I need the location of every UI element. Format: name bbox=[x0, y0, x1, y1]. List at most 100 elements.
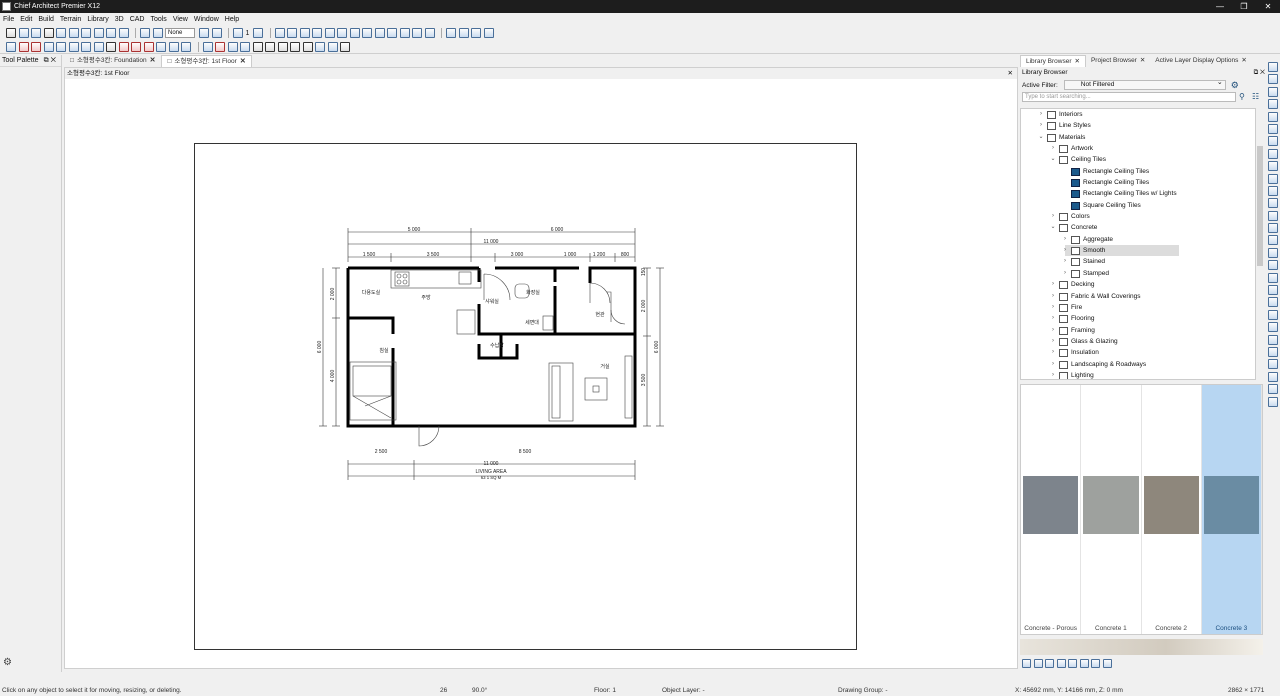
tree-item[interactable]: › Fabric & Wall Coverings bbox=[1021, 291, 1255, 302]
dimension-icon[interactable] bbox=[399, 28, 410, 38]
layer-icon[interactable] bbox=[152, 28, 163, 38]
search-icon[interactable] bbox=[1268, 111, 1278, 122]
line-icon[interactable] bbox=[215, 41, 225, 52]
material-swatch[interactable]: Concrete 1 bbox=[1081, 385, 1142, 634]
menu-window[interactable]: Window bbox=[194, 16, 219, 23]
circle-icon[interactable] bbox=[290, 41, 300, 52]
text-icon[interactable] bbox=[227, 41, 238, 52]
fill-window-icon[interactable] bbox=[1268, 86, 1278, 97]
frame-icon[interactable] bbox=[1268, 285, 1278, 296]
select-objects-icon[interactable] bbox=[211, 28, 222, 38]
deck-icon[interactable] bbox=[131, 41, 141, 52]
menu-cad[interactable]: CAD bbox=[130, 16, 145, 23]
minimize-icon[interactable]: — bbox=[1208, 0, 1232, 13]
slash-icon[interactable] bbox=[265, 41, 275, 52]
tree-scrollbar[interactable] bbox=[1256, 108, 1264, 380]
undo-icon[interactable] bbox=[81, 28, 91, 38]
chevron-right-icon[interactable]: › bbox=[1037, 109, 1045, 120]
cut-icon[interactable] bbox=[68, 28, 79, 38]
tree-item[interactable]: › Stained bbox=[1021, 256, 1255, 267]
chevron-down-icon[interactable]: ⌄ bbox=[1037, 132, 1045, 143]
tree-item[interactable]: Square Ceiling Tiles bbox=[1021, 200, 1255, 211]
camera-icon[interactable] bbox=[287, 28, 298, 38]
tree-item[interactable]: › Artwork bbox=[1021, 143, 1255, 154]
tab-project-browser[interactable]: Project Browser ✕ bbox=[1086, 55, 1150, 67]
square-icon[interactable] bbox=[1268, 247, 1278, 258]
down-floor-icon[interactable] bbox=[233, 28, 243, 38]
tree-item[interactable]: ⌄ Materials bbox=[1021, 132, 1255, 143]
plan-view[interactable]: 소형평수3칸: 1st Floor ✕ 5 000 6 000 11 000 1… bbox=[64, 67, 1018, 669]
house-icon[interactable] bbox=[118, 41, 129, 52]
stack-icon[interactable] bbox=[1268, 223, 1278, 234]
layer-icon[interactable] bbox=[1268, 210, 1278, 221]
elevation-icon[interactable] bbox=[299, 28, 310, 38]
filter-icon[interactable]: ⚙ bbox=[1231, 80, 1239, 91]
fit-all-icon[interactable] bbox=[1268, 173, 1278, 184]
render-icon[interactable] bbox=[374, 28, 385, 38]
tree-item[interactable]: › Stamped bbox=[1021, 268, 1255, 279]
chevron-right-icon[interactable]: › bbox=[1049, 359, 1057, 370]
menu-tools[interactable]: Tools bbox=[150, 16, 166, 23]
panel-controls[interactable]: ⧉✕ bbox=[44, 55, 58, 66]
chevron-right-icon[interactable]: › bbox=[1061, 268, 1069, 279]
hash-icon[interactable] bbox=[1268, 359, 1278, 370]
layout-icon[interactable] bbox=[458, 28, 469, 38]
cabinet-icon[interactable] bbox=[68, 41, 79, 52]
chevron-right-icon[interactable]: › bbox=[1049, 336, 1057, 347]
material-swatch[interactable]: Concrete 2 bbox=[1142, 385, 1202, 634]
floor-plan-icon[interactable] bbox=[274, 28, 285, 38]
tree-item[interactable]: › Framing bbox=[1021, 325, 1255, 336]
menu-edit[interactable]: Edit bbox=[20, 16, 32, 23]
tree-item[interactable]: › Line Styles bbox=[1021, 120, 1255, 131]
line-style-icon[interactable] bbox=[1268, 309, 1278, 320]
library-icon[interactable] bbox=[471, 28, 482, 38]
room-icon[interactable] bbox=[31, 41, 41, 52]
wall-icon[interactable] bbox=[1268, 334, 1278, 345]
tree-item[interactable]: › Fire bbox=[1021, 302, 1255, 313]
terrain-icon[interactable] bbox=[143, 41, 154, 52]
export-icon[interactable] bbox=[1102, 658, 1112, 668]
tile-icon[interactable] bbox=[1268, 396, 1278, 407]
close-icon[interactable]: ✕ bbox=[150, 55, 156, 67]
menu-library[interactable]: Library bbox=[87, 16, 108, 23]
eyedropper-icon[interactable] bbox=[412, 28, 423, 38]
chevron-right-icon[interactable]: › bbox=[1061, 245, 1069, 256]
zoom-out-icon[interactable] bbox=[1268, 74, 1278, 85]
tab-library-browser[interactable]: Library Browser ✕ bbox=[1020, 55, 1086, 67]
cross-icon[interactable] bbox=[252, 41, 263, 52]
zoom-in-icon[interactable] bbox=[1268, 62, 1278, 72]
project-browser-icon[interactable] bbox=[483, 28, 494, 38]
table-icon[interactable] bbox=[1268, 346, 1278, 357]
layer-combo[interactable]: None bbox=[165, 28, 195, 38]
select-icon[interactable] bbox=[6, 41, 16, 52]
library-add-icon[interactable] bbox=[1033, 658, 1043, 668]
menu-help[interactable]: Help bbox=[225, 16, 239, 23]
advanced-search-icon[interactable]: ☷ bbox=[1252, 92, 1262, 102]
close-icon[interactable]: ✕ bbox=[240, 56, 246, 68]
door-icon[interactable] bbox=[43, 41, 54, 52]
curve-icon[interactable] bbox=[1268, 322, 1278, 333]
grid-icon[interactable] bbox=[1268, 297, 1278, 308]
window-icon[interactable] bbox=[56, 41, 66, 52]
tree-item[interactable]: › Smooth bbox=[1021, 245, 1255, 257]
tab-1st-floor[interactable]: □ 소형평수3칸: 1st Floor ✕ bbox=[161, 55, 252, 68]
tab-layer-display-options[interactable]: Active Layer Display Options ✕ bbox=[1150, 55, 1252, 67]
new-file-icon[interactable] bbox=[6, 28, 16, 38]
tree-item[interactable]: › Aggregate bbox=[1021, 234, 1255, 245]
redo-icon[interactable] bbox=[93, 28, 104, 38]
fixture-icon[interactable] bbox=[168, 41, 179, 52]
checklist-icon[interactable] bbox=[199, 28, 209, 38]
chevron-right-icon[interactable]: › bbox=[1049, 279, 1057, 290]
chevron-right-icon[interactable]: › bbox=[1049, 143, 1057, 154]
filter-select[interactable]: Not Filtered bbox=[1063, 79, 1226, 90]
chevron-right-icon[interactable]: › bbox=[1049, 347, 1057, 358]
refresh-icon[interactable] bbox=[1022, 658, 1031, 668]
rotate-icon[interactable] bbox=[1268, 198, 1278, 209]
checkbox-icon[interactable] bbox=[1268, 384, 1278, 395]
spline-icon[interactable] bbox=[315, 41, 325, 52]
cross-section-icon[interactable] bbox=[312, 28, 323, 38]
overview-icon[interactable] bbox=[324, 28, 335, 38]
up-floor-icon[interactable] bbox=[253, 28, 264, 38]
stairs-icon[interactable] bbox=[81, 41, 91, 52]
tree-item[interactable]: › Interiors bbox=[1021, 109, 1255, 120]
